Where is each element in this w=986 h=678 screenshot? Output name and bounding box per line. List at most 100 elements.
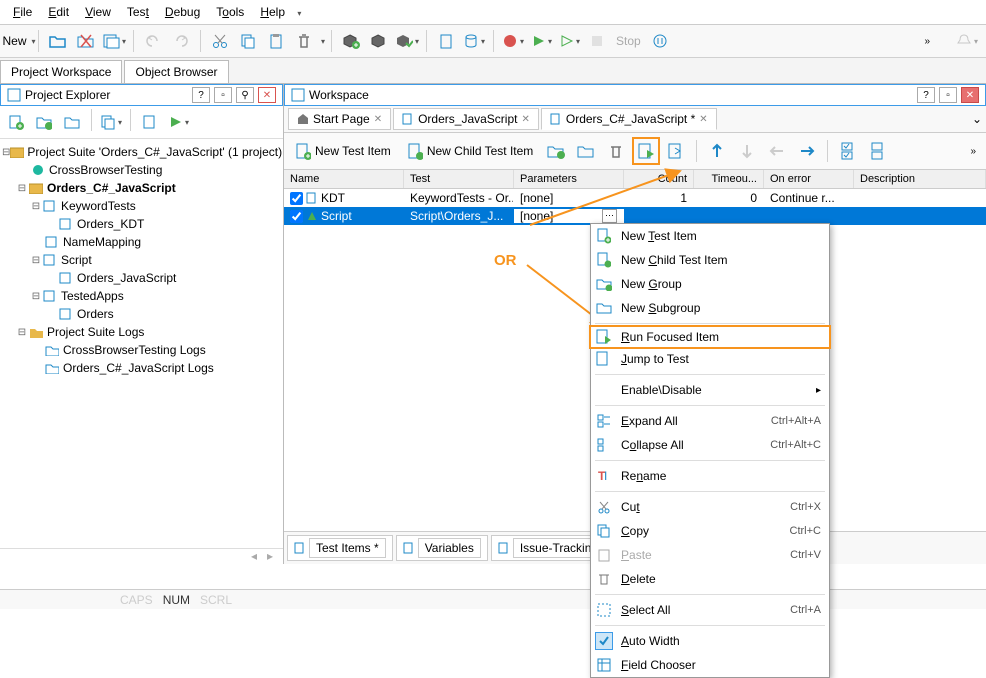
- ctx-delete[interactable]: Delete: [591, 567, 829, 591]
- delete-icon[interactable]: [291, 28, 317, 54]
- run-icon[interactable]: ▾: [528, 28, 554, 54]
- grid-row[interactable]: KDT KeywordTests - Or... [none] 1 0 Cont…: [284, 189, 986, 207]
- ctx-new-child-test-item[interactable]: New Child Test Item: [591, 248, 829, 272]
- project-tree[interactable]: ⊟Project Suite 'Orders_C#_JavaScript' (1…: [0, 139, 283, 548]
- tree-suite-logs[interactable]: Project Suite Logs: [47, 325, 144, 339]
- tabs-dropdown-icon[interactable]: ⌄: [972, 112, 982, 126]
- ctx-run-focused-item[interactable]: Run Focused Item: [589, 325, 831, 349]
- run-focused-item-button[interactable]: [632, 137, 660, 165]
- indent-icon[interactable]: [793, 137, 821, 165]
- params-edit-button[interactable]: ⋯: [602, 209, 617, 223]
- tab-variables[interactable]: Variables: [396, 535, 488, 561]
- stop-button[interactable]: [584, 28, 610, 54]
- restore-icon[interactable]: ▫: [214, 87, 232, 103]
- menu-edit[interactable]: Edit: [41, 2, 76, 22]
- tab-close-icon[interactable]: ✕: [374, 114, 382, 125]
- overflow-icon[interactable]: »: [924, 36, 930, 47]
- record-icon[interactable]: ▾: [500, 28, 526, 54]
- ctx-enable-disable[interactable]: Enable\Disable▸: [591, 378, 829, 402]
- tree-project[interactable]: Orders_C#_JavaScript: [47, 181, 176, 195]
- undo-icon[interactable]: [140, 28, 166, 54]
- tab-test-items[interactable]: Test Items *: [287, 535, 393, 561]
- menu-file[interactable]: File: [6, 2, 39, 22]
- cube-add-icon[interactable]: [338, 28, 364, 54]
- tree-orders-kdt[interactable]: Orders_KDT: [77, 217, 144, 231]
- ctx-cut[interactable]: CutCtrl+X: [591, 495, 829, 519]
- tab-start-page[interactable]: Start Page✕: [288, 108, 391, 130]
- outdent-icon[interactable]: [763, 137, 791, 165]
- tree-suite[interactable]: Project Suite 'Orders_C#_JavaScript' (1 …: [27, 145, 282, 159]
- copy-item-icon[interactable]: ▾: [98, 109, 124, 135]
- row-checkbox[interactable]: [290, 210, 303, 223]
- cube-target-icon[interactable]: [366, 28, 392, 54]
- tab-orders-javascript[interactable]: Orders_JavaScript✕: [393, 108, 539, 130]
- ctx-select-all[interactable]: Select AllCtrl+A: [591, 598, 829, 622]
- new-subgroup-icon[interactable]: [572, 137, 600, 165]
- ctx-jump-to-test[interactable]: Jump to Test: [591, 347, 829, 371]
- tab-close-icon[interactable]: ✕: [699, 114, 707, 125]
- col-parameters[interactable]: Parameters: [514, 170, 624, 188]
- move-down-icon[interactable]: [733, 137, 761, 165]
- close-icon[interactable]: ✕: [258, 87, 276, 103]
- ctx-expand-all[interactable]: Expand AllCtrl+Alt+A: [591, 409, 829, 433]
- tree-cbt[interactable]: CrossBrowserTesting: [49, 163, 162, 177]
- add-existing-icon[interactable]: [59, 109, 85, 135]
- tab-object-browser[interactable]: Object Browser: [124, 60, 228, 83]
- col-description[interactable]: Description: [854, 170, 986, 188]
- new-test-item-button[interactable]: New Test Item: [288, 137, 398, 165]
- ctx-new-subgroup[interactable]: New Subgroup: [591, 296, 829, 320]
- help-icon[interactable]: ?: [192, 87, 210, 103]
- tab-close-icon[interactable]: ✕: [521, 114, 529, 125]
- db-icon[interactable]: ▾: [461, 28, 487, 54]
- cube-check-icon[interactable]: ▾: [394, 28, 420, 54]
- menu-test[interactable]: Test: [120, 2, 156, 22]
- run-project-icon[interactable]: ▾: [165, 109, 191, 135]
- col-count[interactable]: Count: [624, 170, 694, 188]
- menu-debug[interactable]: Debug: [158, 2, 207, 22]
- ctx-copy[interactable]: CopyCtrl+C: [591, 519, 829, 543]
- ctx-new-test-item[interactable]: New Test Item: [591, 224, 829, 248]
- paste-icon[interactable]: [263, 28, 289, 54]
- col-onerror[interactable]: On error: [764, 170, 854, 188]
- menu-help[interactable]: Help ▾: [253, 2, 315, 22]
- uncheck-all-icon[interactable]: [864, 137, 892, 165]
- tree-keywordtests[interactable]: KeywordTests: [61, 199, 136, 213]
- bell-icon[interactable]: ▾: [954, 28, 980, 54]
- copy-icon[interactable]: [235, 28, 261, 54]
- ctx-collapse-all[interactable]: Collapse AllCtrl+Alt+C: [591, 433, 829, 457]
- clipboard-icon[interactable]: [433, 28, 459, 54]
- tab-orders-csharp-javascript[interactable]: Orders_C#_JavaScript *✕: [541, 108, 717, 130]
- run-cursor-icon[interactable]: ▾: [556, 28, 582, 54]
- tree-orders[interactable]: Orders: [77, 307, 114, 321]
- tree-project-logs[interactable]: Orders_C#_JavaScript Logs: [63, 361, 214, 375]
- pin-icon[interactable]: ⚲: [236, 87, 254, 103]
- new-button[interactable]: New▾: [6, 28, 32, 54]
- ctx-rename[interactable]: TIRename: [591, 464, 829, 488]
- pause-debug-icon[interactable]: [647, 28, 673, 54]
- col-test[interactable]: Test: [404, 170, 514, 188]
- add-item-icon[interactable]: [3, 109, 29, 135]
- menu-view[interactable]: View: [78, 2, 118, 22]
- toolbar-overflow-icon[interactable]: »: [970, 146, 982, 157]
- cut-icon[interactable]: [207, 28, 233, 54]
- save-all-icon[interactable]: ▾: [101, 28, 127, 54]
- move-up-icon[interactable]: [703, 137, 731, 165]
- tree-orders-javascript[interactable]: Orders_JavaScript: [77, 271, 176, 285]
- ctx-new-group[interactable]: New Group: [591, 272, 829, 296]
- jump-to-test-icon[interactable]: [662, 137, 690, 165]
- filter-icon[interactable]: [137, 109, 163, 135]
- delete-item-icon[interactable]: [602, 137, 630, 165]
- tree-script[interactable]: Script: [61, 253, 92, 267]
- row-checkbox[interactable]: [290, 192, 303, 205]
- check-all-icon[interactable]: [834, 137, 862, 165]
- new-group-icon[interactable]: [542, 137, 570, 165]
- ws-close-icon[interactable]: ✕: [961, 87, 979, 103]
- ws-help-icon[interactable]: ?: [917, 87, 935, 103]
- open-icon[interactable]: [45, 28, 71, 54]
- tab-project-workspace[interactable]: Project Workspace: [0, 60, 122, 83]
- ctx-field-chooser[interactable]: Field Chooser: [591, 653, 829, 677]
- col-name[interactable]: Name: [284, 170, 404, 188]
- add-folder-icon[interactable]: [31, 109, 57, 135]
- tree-cbt-logs[interactable]: CrossBrowserTesting Logs: [63, 343, 206, 357]
- tree-namemapping[interactable]: NameMapping: [63, 235, 141, 249]
